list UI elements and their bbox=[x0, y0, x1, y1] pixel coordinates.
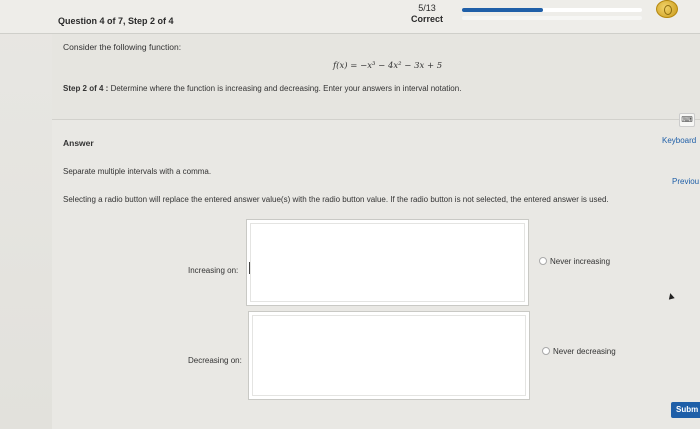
score-fraction: 5/13 bbox=[418, 3, 436, 13]
keyboard-button-label[interactable]: Keyboard bbox=[662, 136, 696, 145]
never-increasing-radio[interactable]: Never increasing bbox=[539, 257, 610, 266]
answer-heading: Answer bbox=[63, 138, 94, 148]
progress-track-secondary bbox=[462, 16, 642, 20]
step-instructions: Step 2 of 4 : Determine where the functi… bbox=[63, 84, 461, 93]
radio-note: Selecting a radio button will replace th… bbox=[63, 195, 609, 204]
never-decreasing-label: Never decreasing bbox=[553, 347, 616, 356]
step-text: Determine where the function is increasi… bbox=[108, 84, 462, 93]
decreasing-label: Decreasing on: bbox=[188, 356, 242, 365]
keyboard-icon[interactable]: ⌨ bbox=[679, 113, 695, 127]
previous-button[interactable]: Previou bbox=[672, 177, 699, 186]
coin-icon[interactable] bbox=[656, 0, 678, 18]
interval-hint: Separate multiple intervals with a comma… bbox=[63, 167, 212, 176]
score-display: 5/13 Correct bbox=[405, 3, 449, 25]
function-formula: f(x) = −x³ − 4x² − 3x + 5 bbox=[333, 61, 443, 71]
page: Question 4 of 7, Step 2 of 4 5/13 Correc… bbox=[0, 0, 700, 429]
progress-bar bbox=[462, 8, 642, 12]
submit-button[interactable]: Subm bbox=[671, 402, 700, 418]
question-header: Question 4 of 7, Step 2 of 4 5/13 Correc… bbox=[0, 0, 700, 34]
decreasing-input[interactable] bbox=[248, 311, 530, 400]
radio-circle-icon[interactable] bbox=[539, 257, 547, 265]
never-decreasing-radio[interactable]: Never decreasing bbox=[542, 347, 616, 356]
score-status: Correct bbox=[410, 14, 443, 24]
radio-circle-icon[interactable] bbox=[542, 347, 550, 355]
increasing-label: Increasing on: bbox=[188, 266, 239, 275]
progress-fill bbox=[462, 8, 543, 12]
text-caret bbox=[249, 262, 250, 274]
step-prefix: Step 2 of 4 : bbox=[63, 84, 109, 93]
problem-intro: Consider the following function: bbox=[63, 42, 182, 52]
question-label: Question 4 of 7, Step 2 of 4 bbox=[58, 16, 174, 26]
never-increasing-label: Never increasing bbox=[550, 257, 611, 266]
increasing-input[interactable] bbox=[246, 219, 529, 306]
